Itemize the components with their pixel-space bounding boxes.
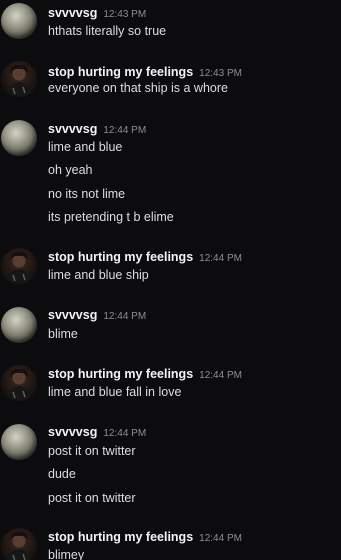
profile-photo-icon	[6, 64, 32, 97]
timestamp[interactable]: 12:43 PM	[199, 68, 242, 79]
profile-photo-avatar[interactable]	[1, 365, 37, 401]
timestamp[interactable]: 12:44 PM	[199, 253, 242, 264]
message-text: post it on twitter	[48, 444, 136, 458]
message-text: post it on twitter	[48, 491, 136, 505]
chat-message-list[interactable]: svvvvsg 12:43 PM hthats literally so true…	[0, 0, 341, 560]
profile-photo-icon	[6, 368, 32, 401]
profile-photo-icon	[6, 531, 32, 560]
timestamp[interactable]: 12:44 PM	[199, 370, 242, 381]
message-header: stop hurting my feelings 12:44 PM	[48, 365, 242, 383]
message-text: lime and blue fall in love	[48, 385, 182, 399]
username[interactable]: stop hurting my feelings	[48, 530, 193, 544]
timestamp[interactable]: 12:43 PM	[103, 9, 146, 20]
message-text: lime and blue ship	[48, 268, 149, 282]
message-header: stop hurting my feelings 12:44 PM	[48, 248, 242, 266]
username[interactable]: stop hurting my feelings	[48, 367, 193, 381]
message-header: svvvvsg 12:43 PM	[48, 4, 146, 22]
username[interactable]: stop hurting my feelings	[48, 250, 193, 264]
message-text: dude	[48, 467, 76, 481]
message-header: svvvvsg 12:44 PM	[48, 306, 146, 324]
message-text: blimey	[48, 548, 85, 560]
username[interactable]: svvvvsg	[48, 425, 97, 439]
username[interactable]: stop hurting my feelings	[48, 65, 193, 79]
grey-orb-avatar[interactable]	[1, 120, 37, 156]
message-text: its pretending t b elime	[48, 210, 174, 224]
message-text: everyone on that ship is a whore	[48, 81, 228, 95]
grey-orb-avatar[interactable]	[1, 307, 37, 343]
message-header: svvvvsg 12:44 PM	[48, 120, 146, 138]
message-text: blime	[48, 327, 78, 341]
profile-photo-avatar[interactable]	[1, 61, 37, 97]
message-text: lime and blue	[48, 140, 123, 154]
profile-photo-avatar[interactable]	[1, 248, 37, 284]
profile-photo-icon	[6, 251, 32, 284]
message-text: hthats literally so true	[48, 24, 167, 38]
username[interactable]: svvvvsg	[48, 6, 97, 20]
timestamp[interactable]: 12:44 PM	[199, 533, 242, 544]
timestamp[interactable]: 12:44 PM	[103, 311, 146, 322]
message-text: no its not lime	[48, 187, 126, 201]
grey-orb-avatar[interactable]	[1, 424, 37, 460]
profile-photo-avatar[interactable]	[1, 528, 37, 560]
message-header: stop hurting my feelings 12:44 PM	[48, 528, 242, 546]
message-header: svvvvsg 12:44 PM	[48, 423, 146, 441]
timestamp[interactable]: 12:44 PM	[103, 125, 146, 136]
username[interactable]: svvvvsg	[48, 308, 97, 322]
message-text: oh yeah	[48, 163, 93, 177]
username[interactable]: svvvvsg	[48, 122, 97, 136]
timestamp[interactable]: 12:44 PM	[103, 428, 146, 439]
grey-orb-avatar[interactable]	[1, 3, 37, 39]
